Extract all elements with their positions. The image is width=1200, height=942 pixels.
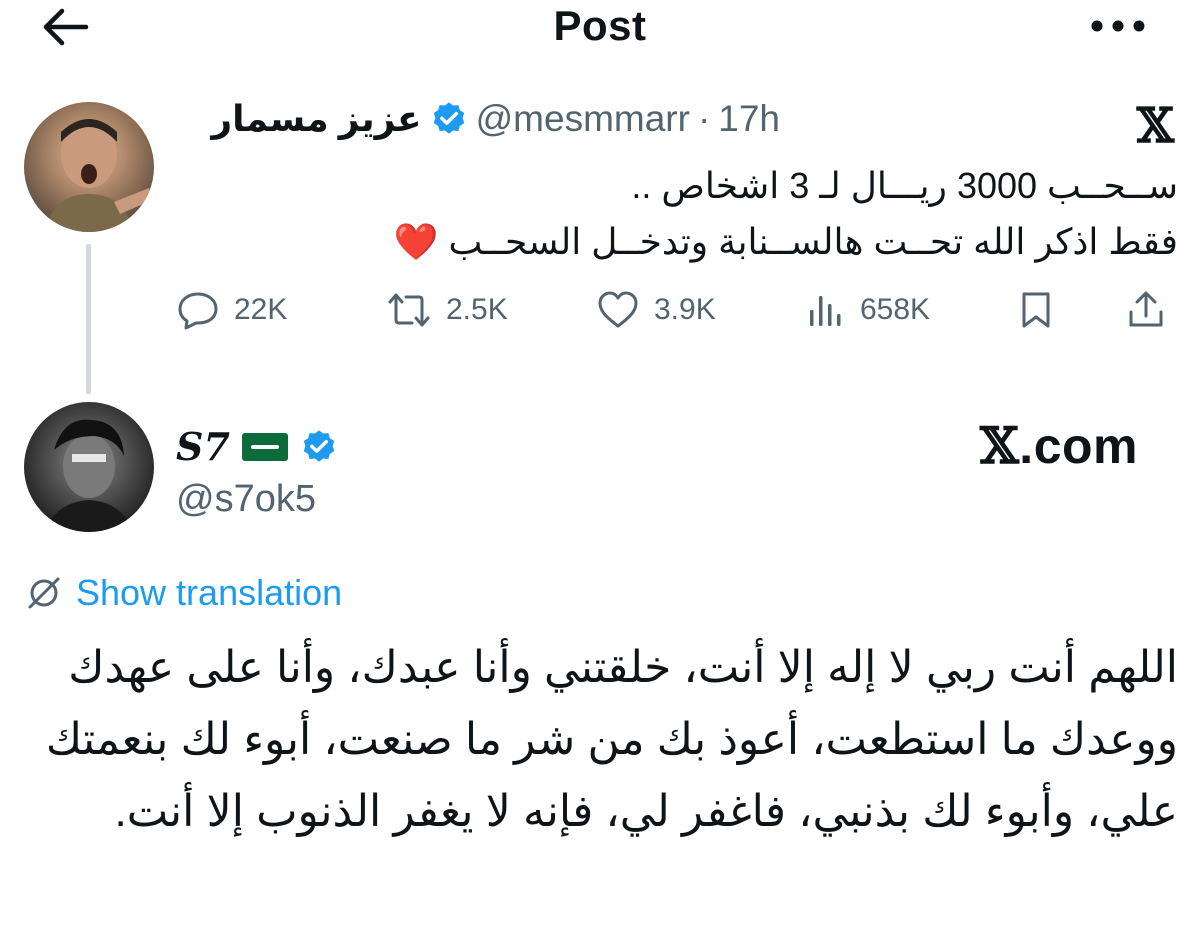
quoted-tweet-header: عزيز مسمار @mesmmarr · 17h — [211, 98, 780, 140]
quoted-action-bar: 22K 2.5K 3.9K 658K — [176, 290, 1176, 340]
domain-suffix: .com — [1019, 418, 1138, 474]
x-com-watermark: 𝕏.com — [980, 416, 1138, 475]
quoted-text-line-2: فقط اذكر الله تحــت هالســنابة وتدخــل ا… — [393, 221, 1178, 262]
bookmark-action[interactable] — [1016, 290, 1056, 330]
separator-dot: · — [697, 98, 711, 139]
avatar-s7ok5[interactable] — [24, 402, 154, 532]
quoted-tweet-text: ســحــب 3000 ريـــال لـ 3 اشخاص .. فقط ا… — [218, 158, 1178, 270]
quoted-display-name[interactable]: عزيز مسمار — [211, 98, 421, 140]
quoted-handle[interactable]: @mesmmarr — [476, 98, 690, 140]
repost-icon — [388, 293, 430, 327]
bookmark-icon — [1022, 292, 1050, 328]
thread-connector-line — [86, 244, 91, 394]
top-bar: Post — [0, 0, 1200, 60]
reply-action[interactable]: 22K — [176, 290, 287, 330]
post-author-row: S7 — [176, 424, 338, 469]
share-icon — [1129, 291, 1163, 327]
more-options-button[interactable] — [1088, 6, 1148, 46]
verified-badge-icon — [303, 429, 335, 462]
avatar-image — [44, 419, 134, 532]
globe-translate-icon — [28, 577, 60, 609]
page-title: Post — [553, 2, 647, 49]
quoted-text-line-1: ســحــب 3000 ريـــال لـ 3 اشخاص .. — [631, 165, 1178, 206]
views-action[interactable]: 658K — [806, 290, 930, 330]
post-text: اللهم أنت ربي لا إله إلا أنت، خلقتني وأن… — [45, 643, 1178, 836]
x-logo-icon: 𝕏 — [980, 416, 1020, 475]
share-action[interactable] — [1126, 290, 1166, 330]
views-chart-icon — [810, 296, 841, 326]
x-logo-icon: 𝕏 — [1136, 98, 1174, 154]
verified-badge-icon — [433, 102, 464, 134]
show-translation-link[interactable]: Show translation — [26, 572, 342, 614]
like-count: 3.9K — [654, 293, 716, 326]
quoted-timestamp[interactable]: 17h — [718, 98, 780, 140]
avatar-mesmmarr[interactable] — [24, 102, 154, 232]
reply-count: 22K — [234, 293, 288, 326]
avatar-image — [44, 119, 152, 232]
repost-count: 2.5K — [446, 293, 508, 326]
more-dots-icon — [1091, 20, 1145, 32]
show-translation-label[interactable]: Show translation — [76, 572, 342, 614]
post-handle[interactable]: @s7ok5 — [176, 478, 316, 521]
views-count: 658K — [860, 293, 931, 326]
post-display-name[interactable]: S7 — [176, 424, 230, 469]
reply-icon — [178, 292, 218, 330]
like-action[interactable]: 3.9K — [596, 290, 716, 330]
repost-action[interactable]: 2.5K — [386, 290, 508, 330]
saudi-flag-icon — [241, 432, 288, 461]
heart-icon — [598, 291, 638, 328]
